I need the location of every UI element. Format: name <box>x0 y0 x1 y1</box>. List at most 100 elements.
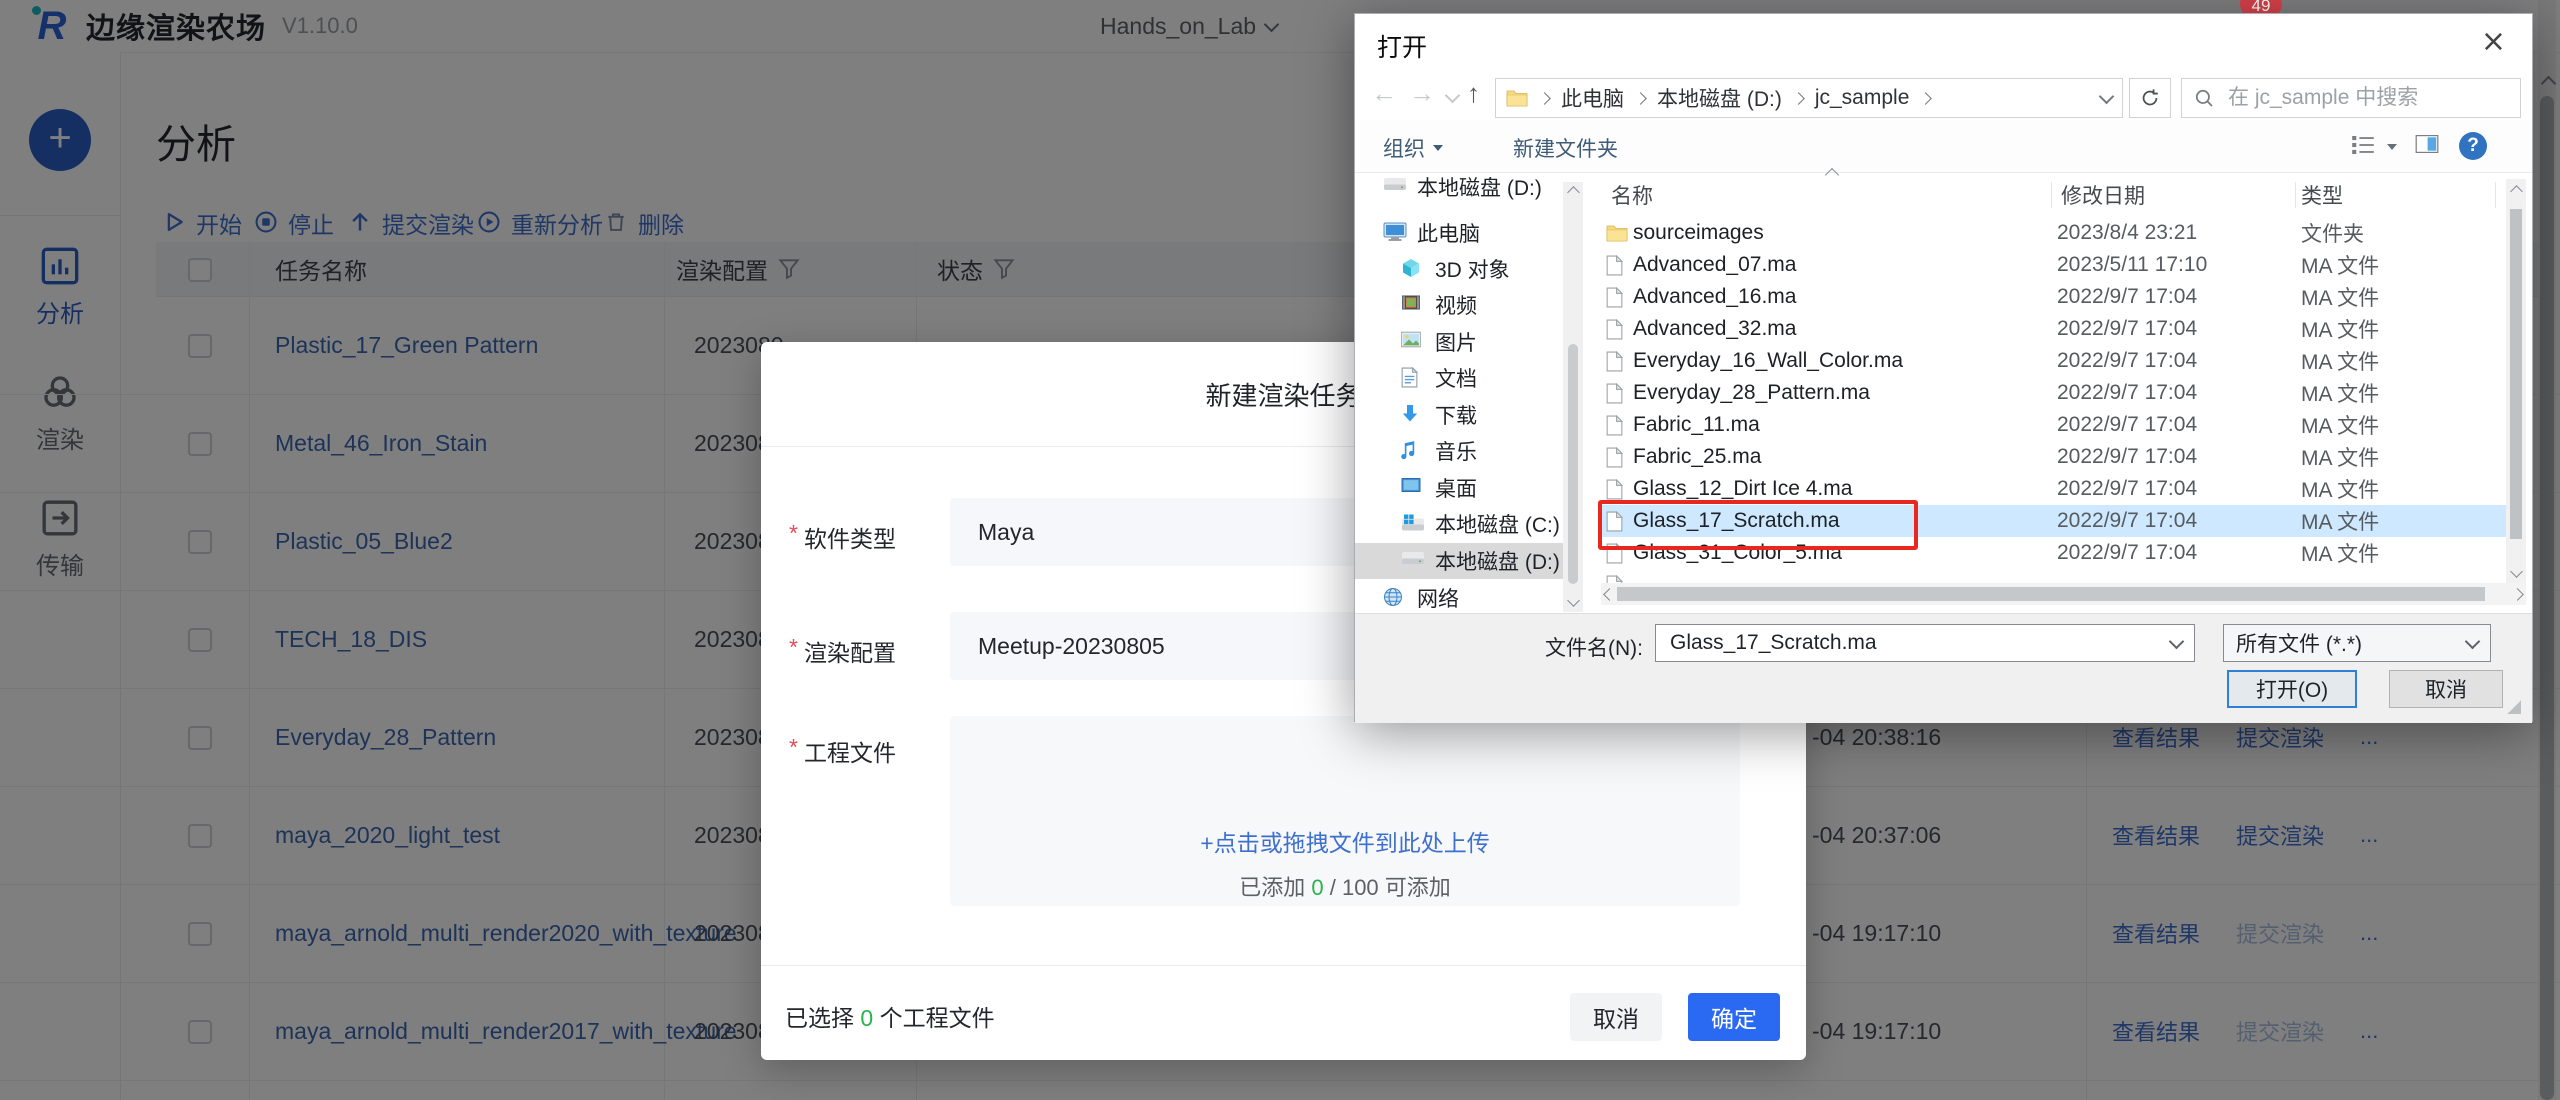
breadcrumb-segment[interactable]: 此电脑 <box>1561 83 1624 113</box>
scroll-left-icon[interactable] <box>1603 588 1616 601</box>
caret-down-icon <box>1433 145 1443 151</box>
dialog-sidebar-item[interactable]: 桌面 <box>1355 470 1563 506</box>
file-date: 2023/5/11 17:10 <box>2057 249 2207 281</box>
dialog-sidebar-item[interactable]: 本地磁盘 (D:) <box>1355 169 1563 205</box>
filename-combobox[interactable] <box>1655 624 2195 662</box>
dialog-sidebar-item[interactable]: 网络 <box>1355 580 1563 616</box>
dialog-title: 打开 <box>1377 28 1427 64</box>
file-name: Everyday_28_Pattern.ma <box>1633 377 1870 409</box>
back-icon[interactable]: ← <box>1371 78 1397 109</box>
address-bar[interactable]: 此电脑 本地磁盘 (D:) jc_sample <box>1495 78 2123 118</box>
search-input[interactable] <box>2226 85 2508 111</box>
close-icon[interactable]: × <box>2481 24 2506 59</box>
cancel-button[interactable]: 取消 <box>1570 993 1662 1041</box>
preview-pane-icon[interactable] <box>2415 134 2439 154</box>
file-date: 2022/9/7 17:04 <box>2057 377 2197 409</box>
help-icon[interactable]: ? <box>2459 132 2487 160</box>
column-header-filename[interactable]: 名称 <box>1611 179 1653 211</box>
filename-input[interactable] <box>1668 630 2171 656</box>
chevron-down-icon <box>2465 633 2481 649</box>
dialog-sidebar-item[interactable]: 音乐 <box>1355 433 1563 469</box>
column-separator <box>2051 182 2052 208</box>
breadcrumb-chevron-icon <box>1634 92 1647 105</box>
required-asterisk: * <box>789 734 798 768</box>
file-type: MA 文件 <box>2301 313 2379 345</box>
file-icon <box>1606 383 1626 403</box>
breadcrumb-segment[interactable]: 本地磁盘 (D:) <box>1657 83 1782 113</box>
search-box[interactable] <box>2181 78 2521 118</box>
scrollbar-thumb[interactable] <box>1617 587 2485 601</box>
file-row[interactable]: Advanced_32.ma2022/9/7 17:04MA 文件 <box>1601 313 2506 345</box>
file-type: MA 文件 <box>2301 345 2379 377</box>
picture-icon <box>1401 331 1425 353</box>
organize-menu[interactable]: 组织 <box>1383 133 1443 163</box>
file-list-vscrollbar[interactable] <box>2506 179 2526 583</box>
cube-3d-icon <box>1401 258 1425 280</box>
new-folder-button[interactable]: 新建文件夹 <box>1513 133 1618 163</box>
scroll-up-icon[interactable] <box>2510 185 2523 198</box>
details-view-icon[interactable] <box>2351 134 2375 156</box>
file-type: MA 文件 <box>2301 409 2379 441</box>
dialog-cancel-button[interactable]: 取消 <box>2389 670 2503 708</box>
file-date: 2022/9/7 17:04 <box>2057 441 2197 473</box>
column-header-type[interactable]: 类型 <box>2301 179 2343 211</box>
file-type: MA 文件 <box>2301 441 2379 473</box>
scroll-down-icon[interactable] <box>1567 594 1580 607</box>
filetype-filter-dropdown[interactable]: 所有文件 (*.*) <box>2223 624 2491 662</box>
file-row[interactable]: sourceimages2023/8/4 23:21文件夹 <box>1601 217 2506 249</box>
upload-dropzone[interactable]: +点击或拖拽文件到此处上传 已添加 0 / 100 可添加 <box>950 716 1740 906</box>
history-chevron-icon[interactable] <box>1445 88 1461 104</box>
column-header-date[interactable]: 修改日期 <box>2061 179 2145 211</box>
file-type: MA 文件 <box>2301 537 2379 569</box>
file-icon <box>1606 255 1626 275</box>
sidebar-item-label: 本地磁盘 (D:) <box>1435 546 1560 576</box>
dialog-sidebar-item[interactable]: 本地磁盘 (D:) <box>1355 543 1563 579</box>
sidebar-item-label: 此电脑 <box>1417 218 1480 248</box>
file-row[interactable]: Everyday_28_Pattern.ma2022/9/7 17:04MA 文… <box>1601 377 2506 409</box>
caret-down-icon[interactable] <box>2387 144 2397 150</box>
sidebar-item-label: 视频 <box>1435 290 1477 320</box>
file-row-partial <box>1601 569 2506 583</box>
resize-grip[interactable] <box>2507 700 2521 714</box>
file-icon <box>1606 575 1626 583</box>
upload-link[interactable]: +点击或拖拽文件到此处上传 <box>950 824 1740 858</box>
dialog-sidebar-item[interactable]: 3D 对象 <box>1355 251 1563 287</box>
file-row[interactable]: Advanced_07.ma 2023/5/11 17:10 MA 文件 <box>1601 249 2506 281</box>
confirm-button[interactable]: 确定 <box>1688 993 1780 1041</box>
file-type: MA 文件 <box>2301 505 2379 537</box>
file-list-hscrollbar[interactable] <box>1601 583 2526 605</box>
forward-icon[interactable]: → <box>1409 78 1435 109</box>
selected-count: 0 <box>860 1005 873 1031</box>
file-row[interactable]: Advanced_16.ma2022/9/7 17:04MA 文件 <box>1601 281 2506 313</box>
chevron-down-icon <box>2169 633 2185 649</box>
file-row[interactable]: Everyday_16_Wall_Color.ma2022/9/7 17:04M… <box>1601 345 2506 377</box>
scroll-right-icon[interactable] <box>2511 588 2524 601</box>
sidebar-scrollbar[interactable] <box>1563 182 1583 612</box>
dialog-sidebar-item[interactable]: 下载 <box>1355 397 1563 433</box>
breadcrumb-segment[interactable]: jc_sample <box>1815 86 1910 110</box>
dialog-sidebar-item[interactable]: 图片 <box>1355 324 1563 360</box>
scrollbar-thumb[interactable] <box>1568 344 1578 584</box>
file-type: MA 文件 <box>2301 249 2379 281</box>
search-icon <box>2194 88 2214 108</box>
desktop-icon <box>1401 477 1425 499</box>
scrollbar-thumb[interactable] <box>2510 209 2522 539</box>
chevron-down-icon[interactable] <box>2099 88 2115 104</box>
dialog-sidebar-item[interactable]: 本地磁盘 (C:) <box>1355 506 1563 542</box>
file-row[interactable]: Fabric_25.ma2022/9/7 17:04MA 文件 <box>1601 441 2506 473</box>
dialog-sidebar-item[interactable]: 此电脑 <box>1355 215 1563 251</box>
file-row[interactable]: Fabric_11.ma2022/9/7 17:04MA 文件 <box>1601 409 2506 441</box>
dialog-sidebar-item[interactable]: 视频 <box>1355 287 1563 323</box>
refresh-button[interactable] <box>2129 78 2171 118</box>
file-date: 2022/9/7 17:04 <box>2057 505 2197 537</box>
scroll-down-icon[interactable] <box>2510 565 2523 578</box>
open-button[interactable]: 打开(O) <box>2227 670 2357 708</box>
sidebar-item-label: 下载 <box>1435 400 1477 430</box>
sidebar-item-label: 3D 对象 <box>1435 254 1510 284</box>
file-name: Advanced_07.ma <box>1633 249 1796 281</box>
dialog-sidebar-item[interactable]: 文档 <box>1355 360 1563 396</box>
up-icon[interactable]: ↑ <box>1467 78 1480 109</box>
dialog-nav-row: ← → ↑ 此电脑 本地磁盘 (D:) jc_sample <box>1355 72 2532 120</box>
scroll-up-icon[interactable] <box>1567 186 1580 199</box>
software-type-label: *软件类型 <box>789 520 949 554</box>
